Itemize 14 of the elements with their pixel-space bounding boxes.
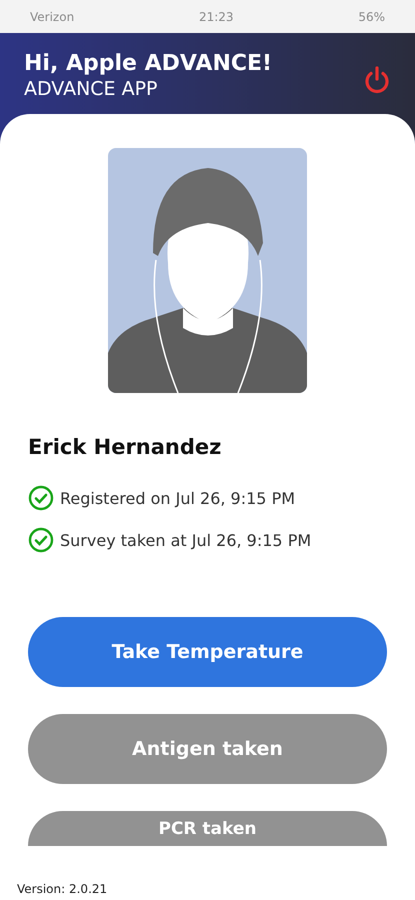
carrier-text: Verizon bbox=[30, 10, 74, 24]
check-circle-icon bbox=[28, 527, 54, 553]
event-text: Survey taken at Jul 26, 9:15 PM bbox=[60, 530, 312, 550]
event-text: Registered on Jul 26, 9:15 PM bbox=[60, 488, 296, 508]
action-button[interactable]: Take Temperature bbox=[28, 617, 387, 687]
battery-text: 56% bbox=[358, 10, 385, 24]
time-text: 21:23 bbox=[198, 10, 234, 24]
greeting-title: Hi, Apple ADVANCE! bbox=[24, 51, 272, 76]
check-circle-icon bbox=[28, 485, 54, 511]
person-name: Erick Hernandez bbox=[28, 435, 222, 459]
app-subtitle: ADVANCE APP bbox=[24, 78, 159, 100]
power-button[interactable] bbox=[363, 65, 391, 95]
version-text: Version: 2.0.21 bbox=[17, 882, 108, 896]
power-icon bbox=[363, 65, 391, 95]
